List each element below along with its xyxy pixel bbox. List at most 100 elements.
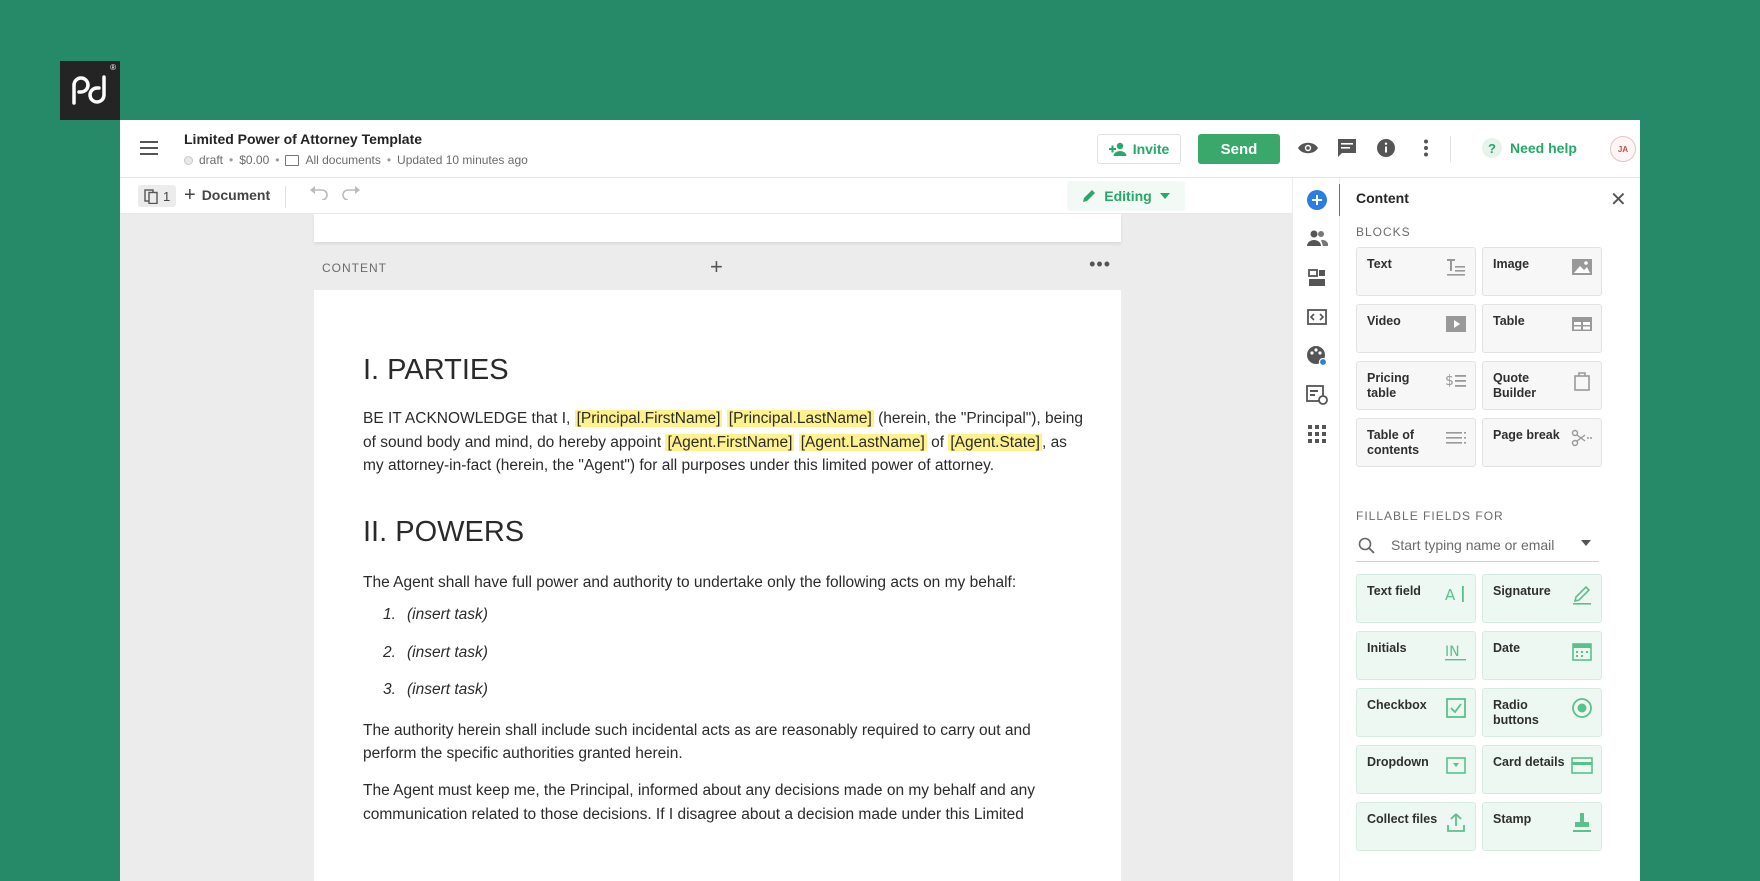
stamp-icon <box>1573 813 1591 832</box>
block-video[interactable]: Video <box>1356 304 1476 353</box>
heading-powers[interactable]: II. POWERS <box>363 516 1083 549</box>
block-table[interactable]: Table <box>1482 304 1602 353</box>
document-meta: draft • $0.00 • All documents • Updated … <box>184 153 528 167</box>
field-date[interactable]: Date <box>1482 631 1602 680</box>
page-content: I. PARTIES BE IT ACKNOWLEDGE that I, [Pr… <box>363 354 1083 826</box>
undo-icon[interactable] <box>309 186 329 206</box>
text-icon <box>1447 259 1465 276</box>
pandadoc-logo: ® <box>60 61 120 120</box>
fillable-fields-heading: FILLABLE FIELDS FOR <box>1356 509 1504 523</box>
list-item[interactable]: 2. (insert task) <box>383 644 1083 682</box>
menu-icon[interactable] <box>140 141 158 155</box>
field-collect-files[interactable]: Collect files <box>1356 802 1476 851</box>
close-icon[interactable]: ✕ <box>1610 187 1627 212</box>
tile-label: Table <box>1493 314 1525 328</box>
block-pricing-table[interactable]: Pricing table $ <box>1356 361 1476 410</box>
block-page-break[interactable]: Page break <box>1482 418 1602 467</box>
field-radio-buttons[interactable]: Radio buttons <box>1482 688 1602 737</box>
preview-eye-icon[interactable] <box>1296 136 1320 160</box>
tile-label: Radio buttons <box>1493 698 1539 727</box>
agent-lastname-token[interactable]: [Agent.LastName] <box>798 433 927 451</box>
heading-parties[interactable]: I. PARTIES <box>363 354 1083 387</box>
field-signature[interactable]: Signature <box>1482 574 1602 623</box>
agent-firstname-token[interactable]: [Agent.FirstName] <box>665 433 795 451</box>
document-canvas[interactable]: CONTENT + ••• I. PARTIES BE IT ACKNOWLED… <box>120 214 1292 881</box>
invite-button[interactable]: Invite <box>1097 134 1181 164</box>
tile-label: Text <box>1367 257 1392 271</box>
list-number: 3. <box>383 681 396 699</box>
svg-text:$: $ <box>1445 373 1454 389</box>
tile-label: Quote Builder <box>1493 371 1537 400</box>
tile-label: Checkbox <box>1367 698 1427 712</box>
parties-paragraph[interactable]: BE IT ACKNOWLEDGE that I, [Principal.Fir… <box>363 407 1083 478</box>
blocks-heading: BLOCKS <box>1356 225 1411 239</box>
block-table-of-contents[interactable]: Table of contents <box>1356 418 1476 467</box>
more-vertical-icon[interactable] <box>1414 136 1438 160</box>
add-block-icon[interactable]: + <box>710 254 723 280</box>
block-image[interactable]: Image <box>1482 247 1602 296</box>
inform-paragraph[interactable]: The Agent must keep me, the Principal, i… <box>363 779 1083 826</box>
list-item[interactable]: 1. (insert task) <box>383 606 1083 644</box>
pencil-icon <box>1083 190 1096 202</box>
calendar-icon <box>1572 643 1592 661</box>
recipient-search-input[interactable]: Start typing name or email <box>1356 528 1599 562</box>
editing-mode-dropdown[interactable]: Editing <box>1067 181 1185 211</box>
powers-intro-paragraph[interactable]: The Agent shall have full power and auth… <box>363 571 1083 595</box>
page-count-button[interactable]: 1 <box>138 185 177 207</box>
block-quote-builder[interactable]: Quote Builder <box>1482 361 1602 410</box>
top-header: Limited Power of Attorney Template draft… <box>120 120 1640 178</box>
tile-label: Card details <box>1493 755 1565 769</box>
quote-builder-icon <box>1574 372 1590 391</box>
list-number: 2. <box>383 643 396 661</box>
tile-label: Video <box>1367 314 1401 328</box>
field-text-field[interactable]: Text field A <box>1356 574 1476 623</box>
tile-label: Image <box>1493 257 1530 271</box>
embed-icon[interactable] <box>1305 305 1329 329</box>
design-palette-icon[interactable] <box>1305 344 1329 368</box>
need-help-button[interactable]: ? Need help <box>1482 138 1577 158</box>
add-content-icon[interactable] <box>1305 188 1329 212</box>
user-avatar[interactable]: JA <box>1610 136 1636 162</box>
folder-link[interactable]: All documents <box>305 153 380 167</box>
more-horizontal-icon[interactable]: ••• <box>1089 254 1111 275</box>
updated-label: Updated 10 minutes ago <box>397 153 528 167</box>
pd-logo-mark <box>72 75 106 105</box>
principal-firstname-token[interactable]: [Principal.FirstName] <box>574 410 723 427</box>
agent-state-token[interactable]: [Agent.State] <box>948 433 1042 451</box>
block-text[interactable]: Text <box>1356 247 1476 296</box>
tile-label: Stamp <box>1493 812 1532 826</box>
add-document-button[interactable]: + Document <box>184 185 270 205</box>
field-card-details[interactable]: Card details <box>1482 745 1602 794</box>
editor-window: Limited Power of Attorney Template draft… <box>120 120 1640 881</box>
tile-label: Table of contents <box>1367 428 1420 457</box>
invite-label: Invite <box>1132 141 1170 157</box>
principal-lastname-token[interactable]: [Principal.LastName] <box>726 410 874 427</box>
field-dropdown[interactable]: Dropdown <box>1356 745 1476 794</box>
variables-icon[interactable] <box>1305 383 1329 407</box>
content-block-bar: CONTENT + ••• <box>314 252 1121 282</box>
toolbar-divider <box>285 186 286 208</box>
redo-icon[interactable] <box>341 186 361 206</box>
content-panel: Content ✕ BLOCKS Text Image Video Table … <box>1340 178 1640 881</box>
info-icon[interactable] <box>1374 136 1398 160</box>
document-page[interactable]: I. PARTIES BE IT ACKNOWLEDGE that I, [Pr… <box>314 290 1121 881</box>
send-button[interactable]: Send <box>1198 134 1280 164</box>
layout-blocks-icon[interactable] <box>1305 266 1329 290</box>
field-stamp[interactable]: Stamp <box>1482 802 1602 851</box>
table-of-contents-icon <box>1446 432 1466 444</box>
comments-icon[interactable] <box>1335 136 1359 160</box>
recipients-icon[interactable] <box>1305 226 1329 250</box>
need-help-label: Need help <box>1510 140 1577 156</box>
tile-label: Signature <box>1493 584 1551 598</box>
field-checkbox[interactable]: Checkbox <box>1356 688 1476 737</box>
document-title[interactable]: Limited Power of Attorney Template <box>184 131 422 147</box>
incidental-paragraph[interactable]: The authority herein shall include such … <box>363 719 1083 766</box>
status-label: draft <box>199 153 224 167</box>
radio-icon <box>1572 698 1592 718</box>
search-placeholder: Start typing name or email <box>1391 537 1555 553</box>
list-item[interactable]: 3. (insert task) <box>383 681 1083 719</box>
dropdown-icon <box>1446 757 1466 774</box>
apps-grid-icon[interactable] <box>1305 422 1329 446</box>
field-initials[interactable]: Initials IN <box>1356 631 1476 680</box>
chevron-down-icon[interactable] <box>1581 540 1591 546</box>
